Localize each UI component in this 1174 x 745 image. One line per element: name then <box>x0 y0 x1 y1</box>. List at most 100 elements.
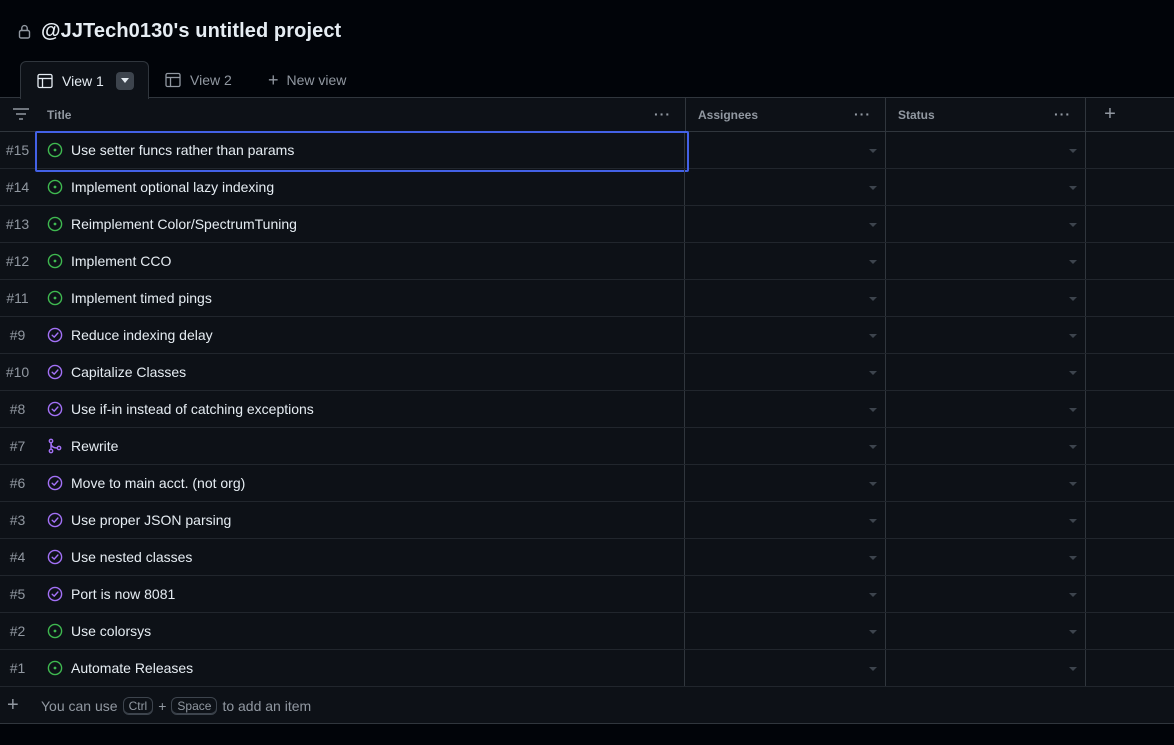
chevron-down-icon[interactable] <box>1069 371 1077 375</box>
assignees-cell[interactable] <box>686 169 886 205</box>
table-row[interactable]: #3 Use proper JSON parsing <box>0 502 1174 539</box>
title-cell[interactable]: Use nested classes <box>35 539 685 575</box>
status-cell[interactable] <box>886 206 1086 242</box>
status-cell[interactable] <box>886 243 1086 279</box>
chevron-down-icon[interactable] <box>1069 297 1077 301</box>
title-cell[interactable]: Use colorsys <box>35 613 685 649</box>
assignees-cell[interactable] <box>686 613 886 649</box>
item-title-link[interactable]: Automate Releases <box>71 660 193 676</box>
item-title-link[interactable]: Capitalize Classes <box>71 364 186 380</box>
item-title-link[interactable]: Reduce indexing delay <box>71 327 213 343</box>
table-row[interactable]: #12 Implement CCO <box>0 243 1174 280</box>
chevron-down-icon[interactable] <box>869 556 877 560</box>
chevron-down-icon[interactable] <box>869 334 877 338</box>
item-title-link[interactable]: Move to main acct. (not org) <box>71 475 245 491</box>
new-view-button[interactable]: + New view <box>268 61 346 98</box>
chevron-down-icon[interactable] <box>1069 519 1077 523</box>
title-cell[interactable]: Move to main acct. (not org) <box>35 465 685 501</box>
assignees-cell[interactable] <box>686 428 886 464</box>
column-menu-icon[interactable]: ··· <box>654 106 671 122</box>
column-header-status[interactable]: Status ··· <box>886 98 1086 131</box>
title-cell[interactable]: Reimplement Color/SpectrumTuning <box>35 206 685 242</box>
assignees-cell[interactable] <box>686 576 886 612</box>
status-cell[interactable] <box>886 650 1086 686</box>
chevron-down-icon[interactable] <box>869 667 877 671</box>
status-cell[interactable] <box>886 132 1086 168</box>
assignees-cell[interactable] <box>686 317 886 353</box>
status-cell[interactable] <box>886 391 1086 427</box>
view-options-button[interactable] <box>115 71 134 90</box>
title-cell[interactable]: Use proper JSON parsing <box>35 502 685 538</box>
chevron-down-icon[interactable] <box>1069 630 1077 634</box>
chevron-down-icon[interactable] <box>869 445 877 449</box>
assignees-cell[interactable] <box>686 243 886 279</box>
table-row[interactable]: #15 Use setter funcs rather than params <box>0 131 1174 172</box>
status-cell[interactable] <box>886 354 1086 390</box>
chevron-down-icon[interactable] <box>1069 334 1077 338</box>
table-row[interactable]: #2 Use colorsys <box>0 613 1174 650</box>
chevron-down-icon[interactable] <box>1069 593 1077 597</box>
assignees-cell[interactable] <box>686 206 886 242</box>
table-row[interactable]: #4 Use nested classes <box>0 539 1174 576</box>
assignees-cell[interactable] <box>686 539 886 575</box>
status-cell[interactable] <box>886 428 1086 464</box>
filter-icon[interactable] <box>12 107 30 121</box>
status-cell[interactable] <box>886 317 1086 353</box>
chevron-down-icon[interactable] <box>869 630 877 634</box>
item-title-link[interactable]: Port is now 8081 <box>71 586 175 602</box>
assignees-cell[interactable] <box>686 280 886 316</box>
chevron-down-icon[interactable] <box>869 519 877 523</box>
plus-icon[interactable]: + <box>7 694 19 717</box>
title-cell[interactable]: Use setter funcs rather than params <box>35 131 689 172</box>
chevron-down-icon[interactable] <box>1069 408 1077 412</box>
title-cell[interactable]: Implement CCO <box>35 243 685 279</box>
table-row[interactable]: #9 Reduce indexing delay <box>0 317 1174 354</box>
item-title-link[interactable]: Use setter funcs rather than params <box>71 142 294 158</box>
title-cell[interactable]: Rewrite <box>35 428 685 464</box>
status-cell[interactable] <box>886 502 1086 538</box>
title-cell[interactable]: Reduce indexing delay <box>35 317 685 353</box>
chevron-down-icon[interactable] <box>1069 482 1077 486</box>
chevron-down-icon[interactable] <box>1069 445 1077 449</box>
table-row[interactable]: #6 Move to main acct. (not org) <box>0 465 1174 502</box>
item-title-link[interactable]: Use proper JSON parsing <box>71 512 231 528</box>
title-cell[interactable]: Implement optional lazy indexing <box>35 169 685 205</box>
title-cell[interactable]: Automate Releases <box>35 650 685 686</box>
chevron-down-icon[interactable] <box>869 223 877 227</box>
project-title[interactable]: @JJTech0130's untitled project <box>41 20 341 43</box>
chevron-down-icon[interactable] <box>869 482 877 486</box>
chevron-down-icon[interactable] <box>869 408 877 412</box>
table-row[interactable]: #8 Use if-in instead of catching exceptio… <box>0 391 1174 428</box>
chevron-down-icon[interactable] <box>1069 149 1077 153</box>
chevron-down-icon[interactable] <box>1069 186 1077 190</box>
chevron-down-icon[interactable] <box>1069 223 1077 227</box>
chevron-down-icon[interactable] <box>869 297 877 301</box>
assignees-cell[interactable] <box>686 650 886 686</box>
assignees-cell[interactable] <box>686 132 886 168</box>
tab-view-1[interactable]: View 1 <box>20 61 149 99</box>
status-cell[interactable] <box>886 613 1086 649</box>
item-title-link[interactable]: Implement optional lazy indexing <box>71 179 274 195</box>
item-title-link[interactable]: Reimplement Color/SpectrumTuning <box>71 216 297 232</box>
table-row[interactable]: #5 Port is now 8081 <box>0 576 1174 613</box>
status-cell[interactable] <box>886 280 1086 316</box>
item-title-link[interactable]: Use colorsys <box>71 623 151 639</box>
chevron-down-icon[interactable] <box>869 371 877 375</box>
add-field-button[interactable]: + <box>1100 103 1120 125</box>
status-cell[interactable] <box>886 539 1086 575</box>
title-cell[interactable]: Implement timed pings <box>35 280 685 316</box>
status-cell[interactable] <box>886 465 1086 501</box>
chevron-down-icon[interactable] <box>1069 556 1077 560</box>
add-item-row[interactable]: + You can use Ctrl + Space to add an ite… <box>0 689 1174 724</box>
chevron-down-icon[interactable] <box>869 186 877 190</box>
chevron-down-icon[interactable] <box>1069 667 1077 671</box>
table-row[interactable]: #10 Capitalize Classes <box>0 354 1174 391</box>
item-title-link[interactable]: Implement CCO <box>71 253 171 269</box>
chevron-down-icon[interactable] <box>869 149 877 153</box>
assignees-cell[interactable] <box>686 502 886 538</box>
assignees-cell[interactable] <box>686 354 886 390</box>
title-cell[interactable]: Port is now 8081 <box>35 576 685 612</box>
title-cell[interactable]: Use if-in instead of catching exceptions <box>35 391 685 427</box>
chevron-down-icon[interactable] <box>869 593 877 597</box>
table-row[interactable]: #13 Reimplement Color/SpectrumTuning <box>0 206 1174 243</box>
